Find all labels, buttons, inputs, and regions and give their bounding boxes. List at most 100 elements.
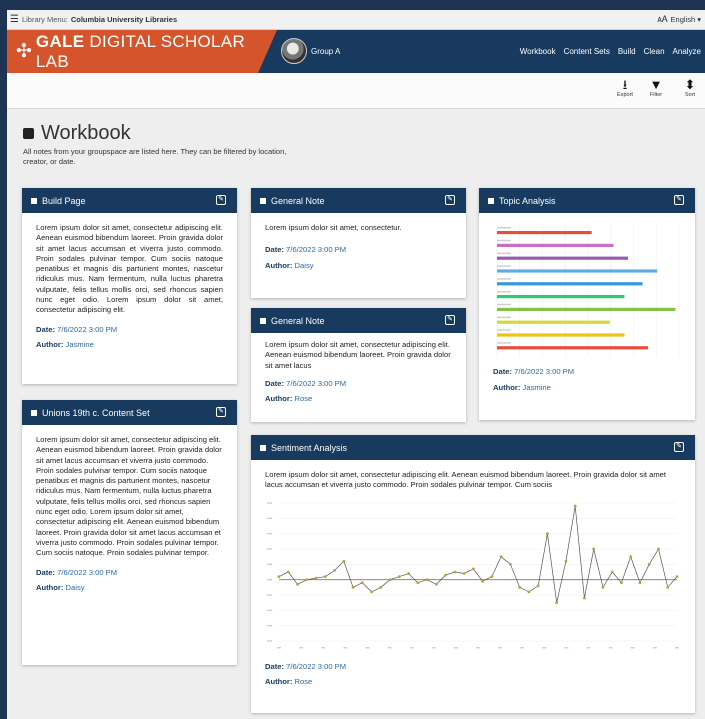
sort-button[interactable]: ⬍ Sort: [675, 77, 705, 98]
data-point: [416, 580, 420, 584]
bar: [497, 282, 643, 286]
main-nav: Workbook Content Sets Build Clean Analyz…: [520, 47, 701, 56]
bar: [497, 256, 629, 260]
group-switcher[interactable]: Group A: [281, 38, 340, 64]
x-tick: [608, 646, 613, 649]
edit-icon[interactable]: ✎: [674, 195, 684, 205]
bar: [497, 269, 658, 273]
data-point: [508, 562, 512, 566]
note-card-topic-analysis[interactable]: Topic Analysis ✎ Date: 7/6/2022 3:00 PM …: [479, 188, 695, 420]
card-author[interactable]: Daisy: [295, 261, 314, 270]
nav-analyze[interactable]: Analyze: [673, 47, 701, 56]
bar-label: [497, 291, 511, 293]
note-square-icon: [31, 409, 37, 416]
nav-content-sets[interactable]: Content Sets: [564, 47, 610, 56]
filter-label: Filter: [649, 92, 663, 98]
card-date: 7/6/2022 3:00 PM: [57, 567, 118, 577]
card-header: General Note ✎: [251, 188, 466, 213]
x-tick: [542, 646, 547, 649]
data-point: [583, 596, 586, 600]
date-label: Date:: [265, 378, 284, 388]
card-text: Lorem ipsum dolor sit amet, consectetur …: [36, 435, 222, 558]
card-author[interactable]: Rose: [295, 677, 313, 686]
data-point: [444, 573, 448, 577]
data-point: [453, 570, 457, 573]
bar: [497, 243, 614, 247]
data-point: [666, 585, 670, 589]
card-title: General Note: [271, 315, 325, 326]
filter-icon: ▼: [649, 77, 663, 92]
download-icon: ⭳: [622, 77, 628, 92]
note-card-sentiment-analysis[interactable]: Sentiment Analysis ✎ Lorem ipsum dolor s…: [251, 435, 695, 713]
data-point: [296, 582, 299, 586]
bar: [497, 295, 625, 299]
bar: [497, 307, 676, 311]
card-header: Build Page ✎: [22, 188, 237, 213]
data-point: [657, 547, 660, 550]
topic-bar-chart: [493, 221, 683, 359]
data-point: [573, 504, 577, 508]
data-point: [360, 580, 364, 584]
data-point: [379, 585, 383, 589]
note-square-icon: [260, 317, 266, 324]
export-label: Export: [617, 92, 633, 98]
data-point: [647, 562, 651, 566]
library-name[interactable]: Columbia University Libraries: [71, 15, 177, 24]
data-point: [462, 571, 466, 575]
note-card-general-note-2[interactable]: General Note ✎ Lorem ipsum dolor sit ame…: [251, 308, 466, 422]
date-label: Date:: [493, 367, 512, 377]
x-tick: [586, 646, 591, 649]
note-card-build-page[interactable]: Build Page ✎ Lorem ipsum dolor sit amet,…: [22, 188, 237, 384]
nav-clean[interactable]: Clean: [644, 47, 665, 56]
card-header: General Note ✎: [251, 308, 466, 333]
hamburger-menu-icon[interactable]: ☰: [10, 14, 19, 25]
data-point: [388, 577, 392, 581]
card-author[interactable]: Daisy: [66, 583, 85, 592]
filter-button[interactable]: ▼ Filter: [641, 77, 671, 98]
data-point: [601, 585, 605, 589]
app-frame: ☰ Library Menu: Columbia University Libr…: [7, 10, 705, 719]
bar: [497, 333, 625, 337]
edit-icon[interactable]: ✎: [445, 315, 455, 325]
author-label: Author:: [493, 382, 521, 392]
edit-icon[interactable]: ✎: [216, 195, 226, 205]
export-button[interactable]: ⭳ Export: [610, 77, 640, 98]
card-date: 7/6/2022 3:00 PM: [286, 245, 347, 255]
y-tick: [267, 578, 272, 581]
note-card-general-note[interactable]: General Note ✎ Lorem ipsum dolor sit ame…: [251, 188, 466, 298]
author-label: Author:: [265, 260, 293, 270]
data-point: [675, 574, 679, 578]
x-tick: [630, 646, 635, 649]
data-point: [397, 574, 401, 578]
data-point: [471, 567, 475, 570]
edit-icon[interactable]: ✎: [216, 407, 226, 417]
bar-label: [497, 329, 511, 331]
nav-build[interactable]: Build: [618, 47, 636, 56]
note-card-unions-content-set[interactable]: Unions 19th c. Content Set ✎ Lorem ipsum…: [22, 400, 237, 665]
data-point: [305, 577, 309, 581]
data-point: [277, 574, 281, 578]
bar-label: [497, 227, 511, 229]
x-tick: [387, 646, 392, 649]
edit-icon[interactable]: ✎: [445, 195, 455, 205]
data-point: [536, 583, 540, 587]
group-avatar: [281, 38, 307, 64]
bar-label: [497, 252, 511, 255]
data-point: [620, 580, 623, 584]
note-square-icon: [31, 197, 37, 204]
nav-workbook[interactable]: Workbook: [520, 47, 556, 56]
note-square-icon: [260, 197, 266, 204]
data-point: [286, 570, 290, 573]
page-subtitle: All notes from your groupspace are liste…: [23, 147, 287, 166]
brand-logo[interactable]: ✣ GALE DIGITAL SCHOLAR LAB: [7, 30, 277, 73]
card-date: 7/6/2022 3:00 PM: [514, 367, 575, 377]
y-tick: [267, 501, 272, 504]
date-label: Date:: [36, 567, 55, 577]
card-author[interactable]: Jasmine: [66, 340, 94, 349]
bar: [497, 346, 649, 350]
card-author[interactable]: Jasmine: [523, 383, 551, 392]
card-author[interactable]: Rose: [295, 394, 313, 403]
edit-icon[interactable]: ✎: [674, 442, 684, 452]
y-tick: [267, 563, 272, 565]
language-selector[interactable]: 🗚 English ▾: [657, 14, 701, 25]
